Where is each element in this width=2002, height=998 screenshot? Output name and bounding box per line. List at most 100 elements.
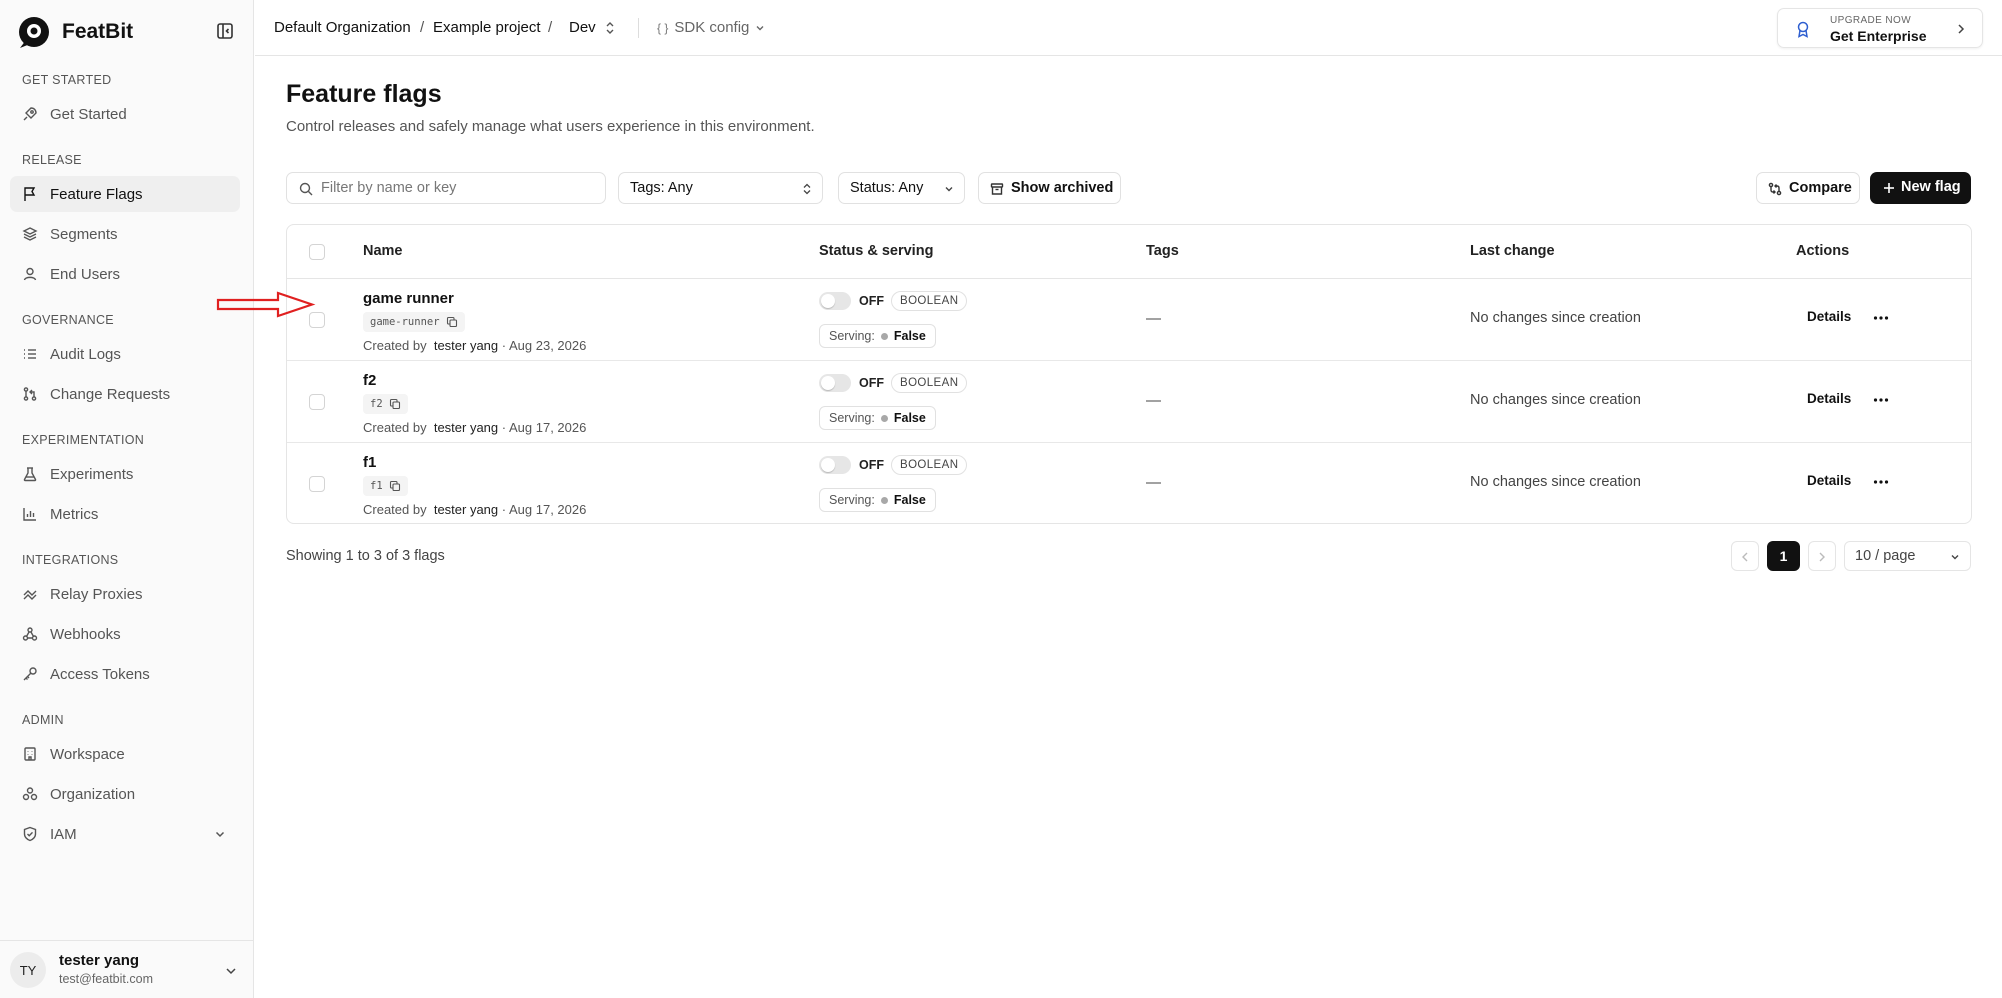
page-size-select[interactable]: 10 / page	[1844, 541, 1971, 571]
row-checkbox[interactable]	[309, 394, 325, 410]
git-pull-request-icon	[23, 387, 37, 401]
flag-last-change: No changes since creation	[1470, 474, 1641, 490]
key-icon	[23, 667, 37, 681]
search-box[interactable]	[286, 172, 606, 204]
prev-page-button[interactable]	[1731, 541, 1759, 571]
sidebar-item-experiments[interactable]: Experiments	[10, 456, 240, 492]
sidebar-item-get-started[interactable]: Get Started	[10, 96, 240, 132]
section-get-started: GET STARTED	[22, 73, 112, 87]
new-flag-button[interactable]: New flag	[1870, 172, 1971, 204]
upgrade-label: Get Enterprise	[1830, 28, 1927, 44]
section-integrations: INTEGRATIONS	[22, 553, 119, 567]
pagination-summary: Showing 1 to 3 of 3 flags	[286, 548, 445, 564]
status-filter[interactable]: Status: Any	[838, 172, 965, 204]
flag-name[interactable]: game runner	[363, 290, 454, 307]
flag-key: game-runner	[363, 312, 465, 332]
sidebar-item-iam[interactable]: IAM	[10, 816, 240, 852]
list-icon	[24, 349, 36, 359]
search-input[interactable]	[321, 177, 597, 199]
serving-value: False	[893, 329, 926, 343]
created-date: · Aug 17, 2026	[501, 502, 587, 517]
status-filter-label: Status: Any	[850, 180, 924, 196]
sidebar-item-webhooks[interactable]: Webhooks	[10, 616, 240, 652]
user-email: test@featbit.com	[59, 972, 153, 986]
table-row[interactable]: f2 f2 Created by tester yang · Aug 17, 2…	[287, 361, 1971, 443]
select-all-checkbox[interactable]	[309, 244, 325, 260]
flag-key-text: f2	[370, 398, 383, 410]
creator-name: tester yang	[433, 338, 499, 353]
copy-icon[interactable]	[389, 398, 401, 410]
user-menu[interactable]: TY tester yang test@featbit.com	[0, 940, 254, 998]
flag-name[interactable]: f2	[363, 372, 376, 389]
sidebar-item-segments[interactable]: Segments	[10, 216, 240, 252]
table-row[interactable]: f1 f1 Created by tester yang · Aug 17, 2…	[287, 443, 1971, 523]
sidebar-collapse-icon[interactable]	[216, 22, 234, 40]
sidebar-item-label: Segments	[50, 225, 118, 243]
flag-type-badge: BOOLEAN	[891, 291, 968, 311]
copy-icon[interactable]	[446, 316, 458, 328]
flag-toggle[interactable]	[819, 374, 851, 392]
more-options-icon[interactable]	[1872, 475, 1890, 489]
flag-type-badge: BOOLEAN	[891, 455, 968, 475]
details-button[interactable]: Details	[1807, 473, 1851, 488]
brand[interactable]: FeatBit	[16, 14, 133, 50]
page-title: Feature flags	[286, 80, 442, 108]
next-page-button[interactable]	[1808, 541, 1836, 571]
copy-icon[interactable]	[389, 480, 401, 492]
row-checkbox[interactable]	[309, 476, 325, 492]
chevron-down-icon	[756, 25, 764, 30]
building-icon	[24, 747, 36, 761]
page-subtitle: Control releases and safely manage what …	[286, 118, 815, 135]
sidebar-item-end-users[interactable]: End Users	[10, 256, 240, 292]
flag-state: OFF	[859, 294, 884, 308]
chevron-left-icon	[1742, 552, 1748, 562]
sidebar-item-access-tokens[interactable]: Access Tokens	[10, 656, 240, 692]
user-icon	[23, 267, 37, 281]
environment-selector[interactable]: Dev	[569, 19, 596, 36]
sidebar-item-feature-flags[interactable]: Feature Flags	[10, 176, 240, 212]
serving-value: False	[893, 411, 926, 425]
breadcrumb-project[interactable]: Example project	[433, 19, 541, 36]
chevron-right-icon	[1819, 552, 1825, 562]
flag-tags: —	[1146, 310, 1161, 327]
creator-name: tester yang	[433, 420, 499, 435]
flask-icon	[23, 467, 37, 482]
chevrons-up-down-icon	[803, 183, 811, 195]
sidebar-item-change-requests[interactable]: Change Requests	[10, 376, 240, 412]
award-icon	[1797, 21, 1809, 38]
sdk-config-menu[interactable]: { } SDK config	[657, 19, 765, 36]
chevrons-up-down-icon[interactable]	[604, 21, 616, 35]
sidebar-item-label: Workspace	[50, 745, 125, 763]
flag-key: f2	[363, 394, 408, 414]
section-experimentation: EXPERIMENTATION	[22, 433, 145, 447]
flag-type-badge: BOOLEAN	[891, 373, 968, 393]
page-button-current[interactable]: 1	[1767, 541, 1800, 571]
more-options-icon[interactable]	[1872, 393, 1890, 407]
serving-dot-icon	[880, 332, 888, 340]
header-status: Status & serving	[819, 243, 934, 259]
sidebar-item-label: IAM	[50, 825, 77, 843]
sidebar-item-audit-logs[interactable]: Audit Logs	[10, 336, 240, 372]
compare-button[interactable]: Compare	[1756, 172, 1860, 204]
table-row[interactable]: game runner game-runner Created by teste…	[287, 279, 1971, 361]
sidebar-item-organization[interactable]: Organization	[10, 776, 240, 812]
details-button[interactable]: Details	[1807, 391, 1851, 406]
layers-icon	[22, 227, 38, 241]
flag-name[interactable]: f1	[363, 454, 376, 471]
show-archived-button[interactable]: Show archived	[978, 172, 1121, 204]
featbit-logo-icon	[19, 17, 49, 48]
upgrade-button[interactable]: UPGRADE NOW Get Enterprise	[1777, 8, 1983, 48]
header-name: Name	[363, 243, 403, 259]
sidebar-item-workspace[interactable]: Workspace	[10, 736, 240, 772]
tags-filter-label: Tags: Any	[630, 180, 693, 196]
sidebar-item-metrics[interactable]: Metrics	[10, 496, 240, 532]
sidebar-item-label: Experiments	[50, 465, 134, 483]
flag-toggle[interactable]	[819, 456, 851, 474]
sidebar-item-relay-proxies[interactable]: Relay Proxies	[10, 576, 240, 612]
flag-toggle[interactable]	[819, 292, 851, 310]
more-options-icon[interactable]	[1872, 311, 1890, 325]
tags-filter[interactable]: Tags: Any	[618, 172, 823, 204]
flag-state: OFF	[859, 376, 884, 390]
details-button[interactable]: Details	[1807, 309, 1851, 324]
breadcrumb-organization[interactable]: Default Organization	[274, 19, 411, 36]
